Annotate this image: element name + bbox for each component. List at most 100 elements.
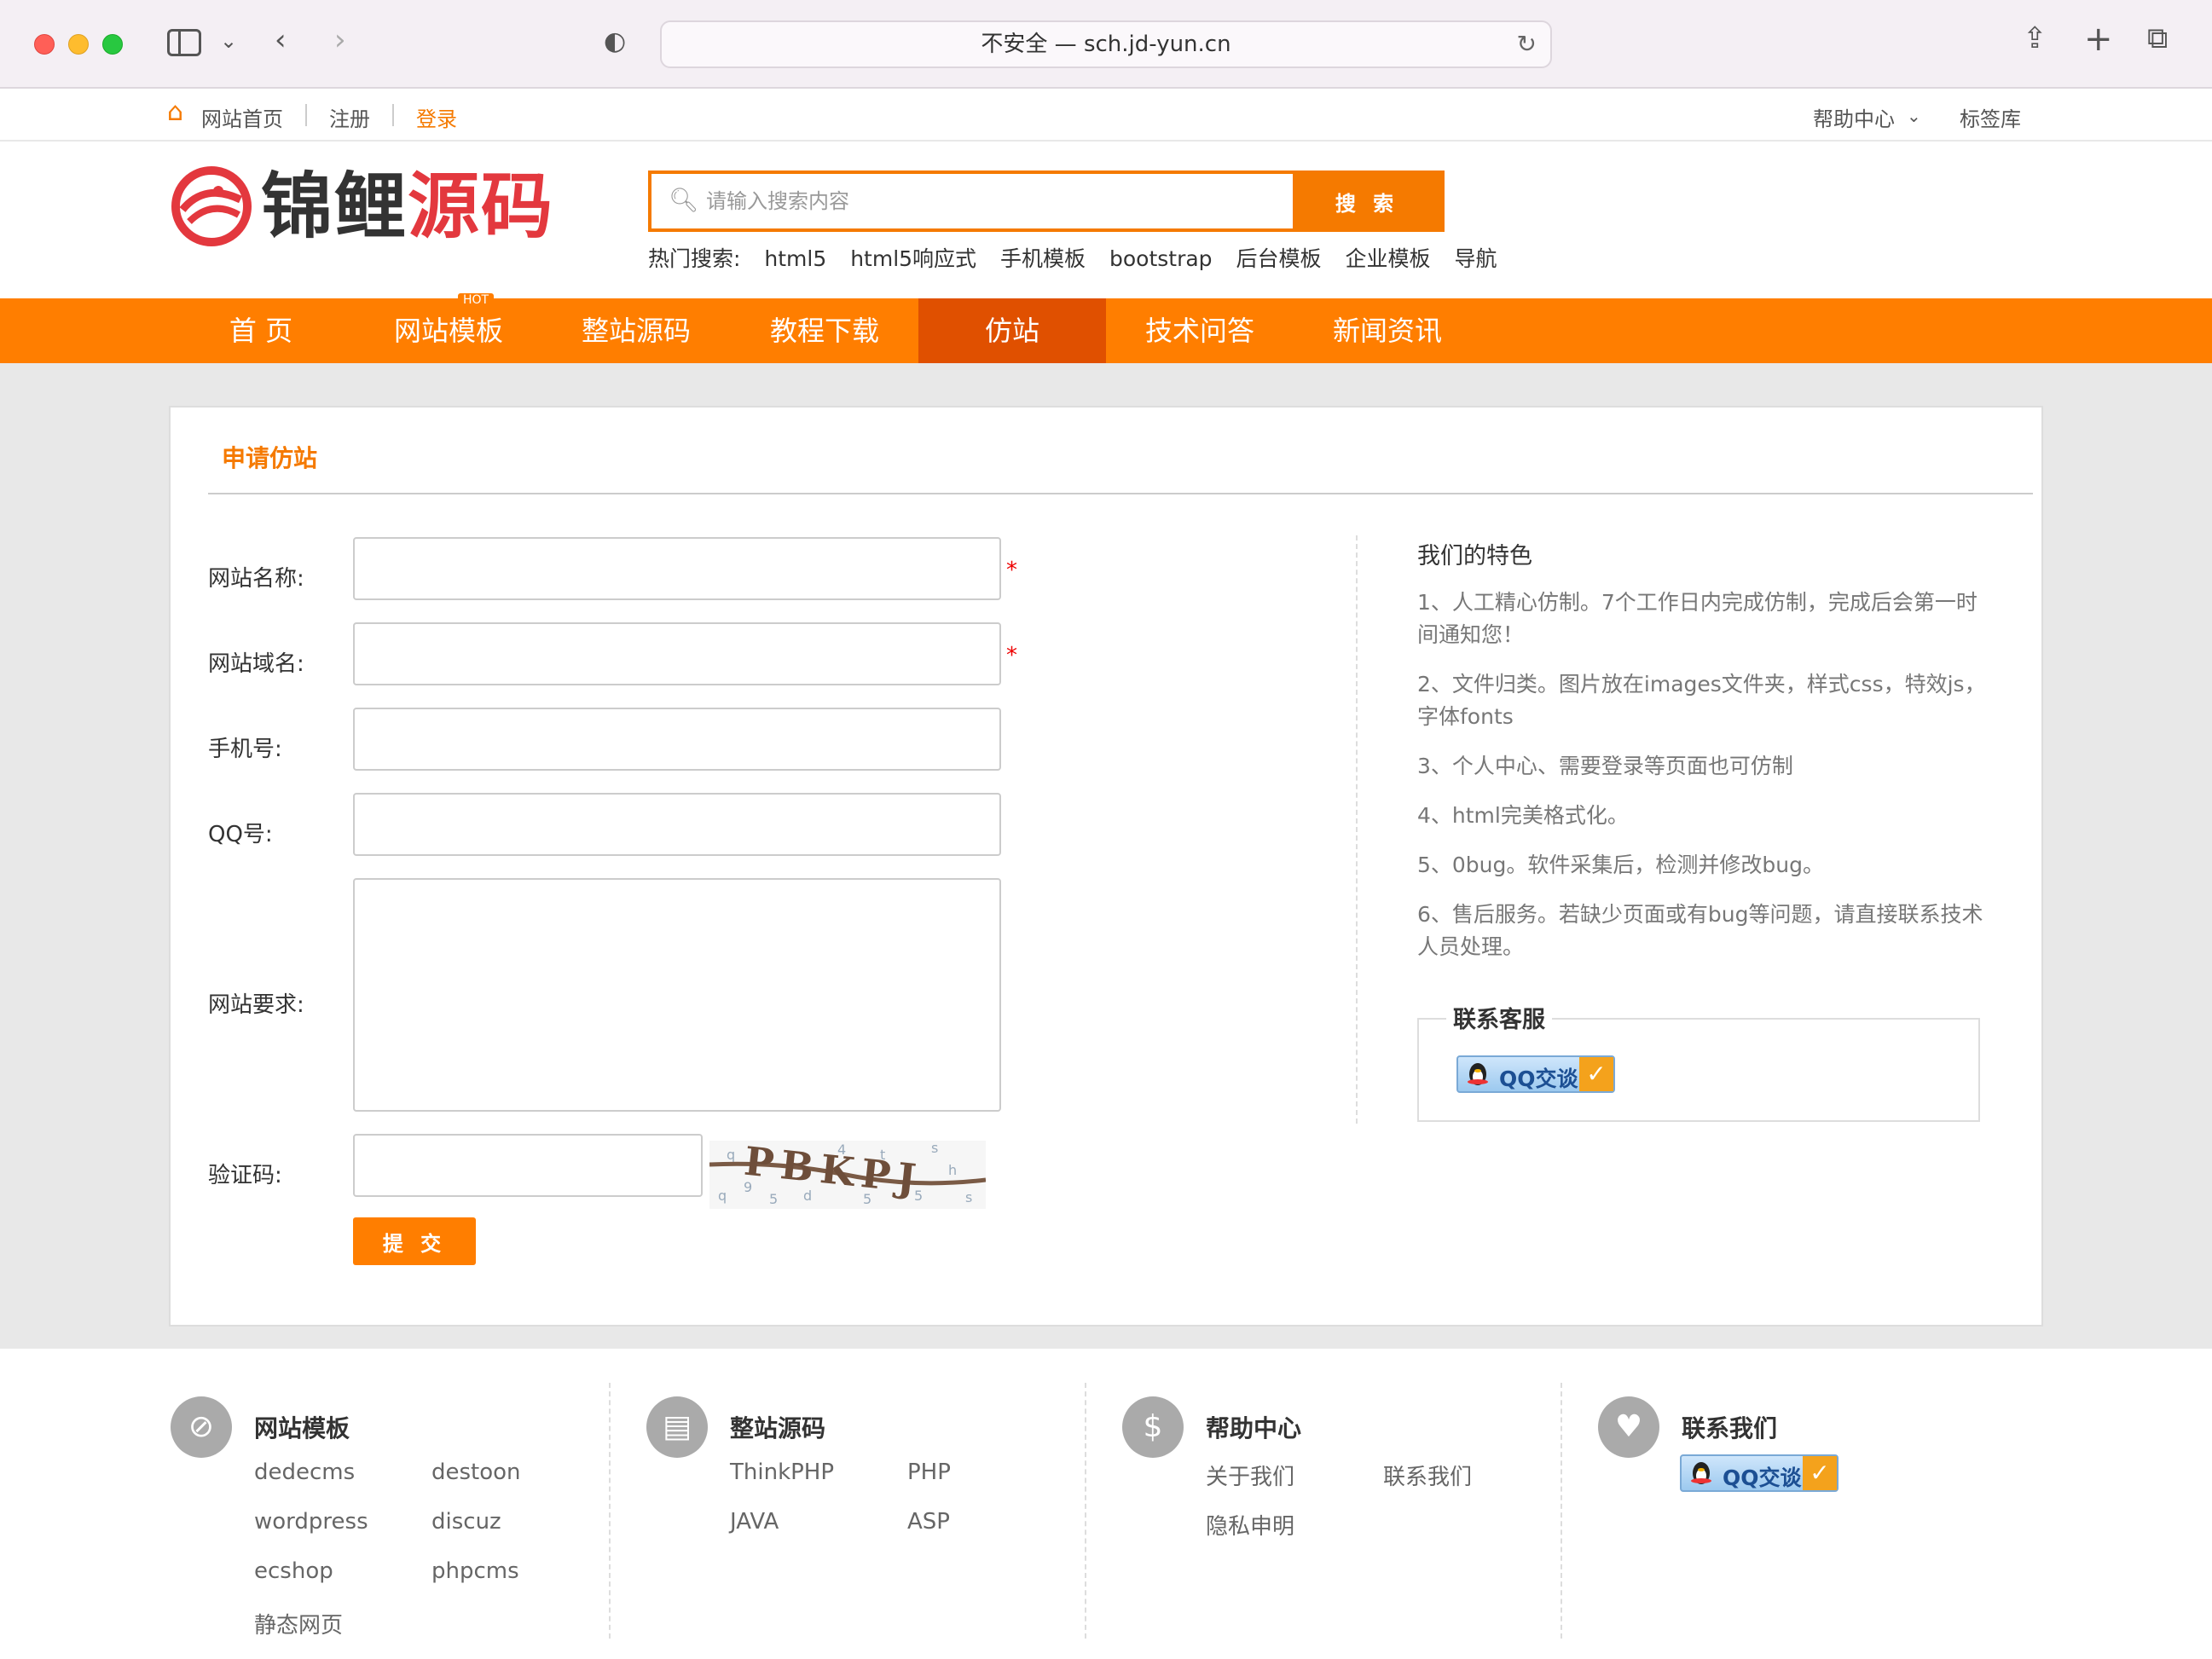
- feature-item: 5、0bug。软件采集后，检测并修改bug。: [1417, 853, 1824, 877]
- qq-penguin-icon: [1468, 1063, 1488, 1085]
- share-icon[interactable]: ⇪: [2023, 24, 2047, 53]
- customer-service-title: 联系客服: [1446, 1001, 1552, 1034]
- hot-badge: HOT: [458, 293, 495, 307]
- hot-search-link[interactable]: 后台模板: [1236, 246, 1322, 271]
- search-box: 🔍︎ 搜 索: [648, 171, 1445, 232]
- hot-search-link[interactable]: 导航: [1454, 246, 1497, 271]
- footer-link[interactable]: discuz: [431, 1509, 501, 1535]
- features-title: 我们的特色: [1417, 543, 1532, 569]
- requirements-textarea[interactable]: [353, 878, 1001, 1112]
- login-link[interactable]: 登录: [416, 102, 457, 132]
- home-link[interactable]: 网站首页: [201, 102, 283, 132]
- footer-link[interactable]: phpcms: [431, 1558, 519, 1584]
- hot-search-link[interactable]: html5: [764, 246, 826, 271]
- qq-label: QQ号:: [208, 822, 273, 847]
- qq-input[interactable]: [353, 793, 1001, 856]
- back-arrow-icon[interactable]: ‹: [275, 26, 287, 55]
- footer-link[interactable]: ASP: [907, 1509, 950, 1535]
- phone-input[interactable]: [353, 708, 1001, 771]
- help-center-link[interactable]: 帮助中心: [1813, 102, 1895, 132]
- footer-link[interactable]: destoon: [431, 1460, 521, 1485]
- clone-request-panel: 申请仿站 网站名称: * 网站域名: * 手机号: QQ号: 网站要求: 验证码…: [169, 406, 2043, 1327]
- hot-search-link[interactable]: bootstrap: [1109, 246, 1213, 271]
- logo-text-dark: 锦鲤: [261, 165, 408, 248]
- site-logo[interactable]: 锦鲤源码: [171, 164, 563, 249]
- nav-item-qa[interactable]: 技术问答: [1106, 298, 1294, 363]
- qq-chat-label: QQ交谈: [1723, 1465, 1802, 1490]
- register-link[interactable]: 注册: [329, 102, 370, 132]
- footer-link[interactable]: 静态网页: [254, 1608, 343, 1639]
- divider: [208, 493, 2033, 494]
- logo-text: 锦鲤源码: [261, 164, 554, 249]
- hot-search-link[interactable]: 手机模板: [1000, 246, 1086, 271]
- nav-item-source[interactable]: 整站源码: [542, 298, 730, 363]
- required-mark: *: [1006, 643, 1017, 668]
- hot-search-link[interactable]: html5响应式: [850, 246, 976, 271]
- compass-icon: ⊘: [171, 1396, 232, 1458]
- store-icon: ▤: [646, 1396, 708, 1458]
- footer-contact-title: 联系我们: [1682, 1414, 1778, 1442]
- svg-text:q: q: [727, 1147, 735, 1163]
- address-bar[interactable]: 不安全 — sch.jd-yun.cn ↻: [660, 20, 1552, 68]
- hot-search-label: 热门搜索:: [648, 246, 741, 271]
- logo-text-red: 源码: [408, 165, 555, 248]
- captcha-input[interactable]: [353, 1134, 703, 1197]
- home-icon: ⌂: [167, 97, 184, 127]
- footer-link[interactable]: JAVA: [730, 1509, 779, 1535]
- zoom-window-button[interactable]: [102, 34, 123, 55]
- sidebar-toggle-icon[interactable]: [167, 29, 201, 56]
- nav-item-clone-site[interactable]: 仿站: [918, 298, 1106, 363]
- feature-item: 3、个人中心、需要登录等页面也可仿制: [1417, 754, 1793, 778]
- site-name-input[interactable]: [353, 537, 1001, 600]
- nav-item-templates[interactable]: 网站模板: [355, 298, 542, 363]
- chevron-down-icon[interactable]: ⌄: [1907, 106, 1921, 126]
- site-name-label: 网站名称:: [208, 566, 304, 592]
- new-tab-icon[interactable]: +: [2084, 22, 2113, 56]
- divider: [392, 104, 394, 126]
- svg-text:s: s: [931, 1141, 938, 1156]
- footer-link[interactable]: wordpress: [254, 1509, 368, 1535]
- domain-input[interactable]: [353, 622, 1001, 685]
- footer-link[interactable]: ecshop: [254, 1558, 333, 1584]
- check-icon: ✓: [1803, 1456, 1837, 1490]
- address-bar-text: 不安全 — sch.jd-yun.cn: [981, 32, 1231, 57]
- requirements-label: 网站要求:: [208, 992, 304, 1018]
- forward-arrow-icon[interactable]: ›: [334, 26, 346, 55]
- hot-search-link[interactable]: 企业模板: [1345, 246, 1430, 271]
- nav-item-home[interactable]: 首 页: [167, 298, 355, 363]
- footer-link[interactable]: dedecms: [254, 1460, 355, 1485]
- footer-link[interactable]: PHP: [907, 1460, 951, 1485]
- footer-link[interactable]: ThinkPHP: [730, 1460, 834, 1485]
- search-button[interactable]: 搜 索: [1293, 174, 1441, 228]
- footer-link[interactable]: 关于我们: [1206, 1460, 1294, 1491]
- captcha-image[interactable]: q95 4ts h5s d5q PBKPJ: [709, 1141, 986, 1209]
- top-links-bar: ⌂ 网站首页 注册 登录 帮助中心 ⌄ 标签库: [0, 89, 2212, 142]
- qq-penguin-icon: [1691, 1462, 1711, 1484]
- nav-item-tutorials[interactable]: 教程下载: [731, 298, 918, 363]
- qq-chat-button[interactable]: QQ交谈 ✓: [1680, 1454, 1839, 1492]
- feature-item: 4、html完美格式化。: [1417, 803, 1629, 828]
- feature-item: 2、文件归类。图片放在images文件夹，样式css，特效js，字体fonts: [1417, 672, 1986, 729]
- footer-templates-title: 网站模板: [254, 1414, 350, 1442]
- search-input[interactable]: [706, 174, 1286, 228]
- privacy-shield-icon[interactable]: ◐: [604, 29, 626, 55]
- required-mark: *: [1006, 558, 1017, 583]
- reload-icon[interactable]: ↻: [1517, 22, 1537, 66]
- footer-link[interactable]: 隐私申明: [1206, 1509, 1294, 1540]
- footer-link[interactable]: 联系我们: [1383, 1460, 1472, 1491]
- submit-button[interactable]: 提 交: [353, 1217, 476, 1265]
- minimize-window-button[interactable]: [68, 34, 89, 55]
- footer-source-title: 整站源码: [730, 1414, 826, 1442]
- chevron-down-icon[interactable]: ⌄: [220, 31, 237, 51]
- domain-label: 网站域名:: [208, 651, 304, 677]
- tag-library-link[interactable]: 标签库: [1960, 102, 2021, 132]
- browser-toolbar: ⌄ ‹ › ◐ 不安全 — sch.jd-yun.cn ↻ ⇪ + ⧉: [0, 0, 2212, 89]
- close-window-button[interactable]: [34, 34, 55, 55]
- divider: [1356, 535, 1358, 1124]
- svg-text:s: s: [965, 1189, 972, 1205]
- nav-item-news[interactable]: 新闻资讯: [1294, 298, 1481, 363]
- divider: [1085, 1383, 1086, 1639]
- tab-overview-icon[interactable]: ⧉: [2147, 24, 2168, 53]
- qq-chat-button[interactable]: QQ交谈 ✓: [1456, 1055, 1615, 1093]
- footer-help-title: 帮助中心: [1206, 1414, 1302, 1442]
